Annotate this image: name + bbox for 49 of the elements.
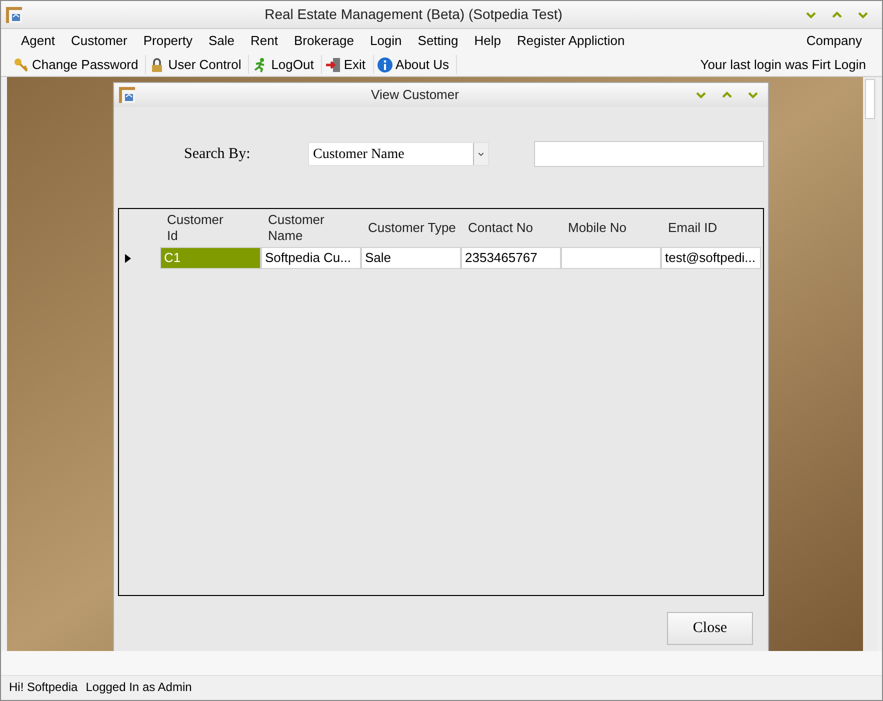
window-title: Real Estate Management (Beta) (Sotpedia Test) [264,5,564,24]
close-button[interactable]: Close [667,612,753,645]
table-cell[interactable]: Softpedia Cu... [261,247,361,269]
toolbar-label: User Control [168,56,242,74]
menu-item[interactable]: Sale [200,31,243,51]
app-icon [5,6,23,24]
toolbar-button[interactable]: About Us [376,54,458,74]
menu-item[interactable]: Help [466,31,510,51]
toolbar-label: Change Password [32,56,138,74]
dropdown-caret-icon[interactable] [473,143,488,165]
column-header[interactable]: Customer Id [160,209,261,247]
search-label: Search By: [184,144,252,164]
row-pointer-icon [125,254,131,262]
table-cell[interactable] [561,247,661,269]
exit-door-icon [324,56,341,72]
menu-item[interactable]: Customer [62,31,136,51]
toolbar-label: LogOut [271,56,314,74]
search-input-field[interactable] [534,141,764,167]
info-icon [376,56,393,72]
table-cell[interactable]: test@softpedi... [661,247,761,269]
column-header[interactable]: Customer Name [261,209,361,247]
column-header[interactable]: Customer Type [361,209,461,247]
column-header[interactable]: Mobile No [561,209,661,247]
child-window-title: View Customer [370,86,460,104]
status-login-info: Logged In as Admin [86,679,192,696]
menu-item[interactable]: Register Appliction [509,31,633,51]
toolbar-label: Exit [344,56,366,74]
login-message: Your last login was Firt Login [700,56,867,74]
key-icon [13,56,29,72]
menu-item[interactable]: Brokerage [286,31,362,51]
column-header[interactable]: Email ID [661,209,761,247]
menu-item[interactable]: Setting [410,31,466,51]
table-cell[interactable]: Sale [361,247,461,269]
vertical-scrollbar[interactable] [863,77,877,651]
menu-item[interactable]: Company [806,31,870,51]
menu-item[interactable]: Rent [242,31,286,51]
menu-item[interactable]: Login [362,31,410,51]
toolbar-button[interactable]: Change Password [13,54,146,74]
menu-item[interactable]: Agent [13,31,63,51]
column-header[interactable]: Contact No [461,209,561,247]
table-cell[interactable]: 2353465767 [461,247,561,269]
menu-item[interactable]: Property [135,31,200,51]
status-greeting: Hi! Softpedia [9,679,78,696]
toolbar-button[interactable]: User Control [149,54,250,74]
search-by-dropdown[interactable]: Customer Name [308,142,489,166]
toolbar-label: About Us [396,56,450,74]
toolbar-button[interactable]: LogOut [252,54,322,74]
app-icon [118,86,136,104]
toolbar-button[interactable]: Exit [324,54,374,74]
